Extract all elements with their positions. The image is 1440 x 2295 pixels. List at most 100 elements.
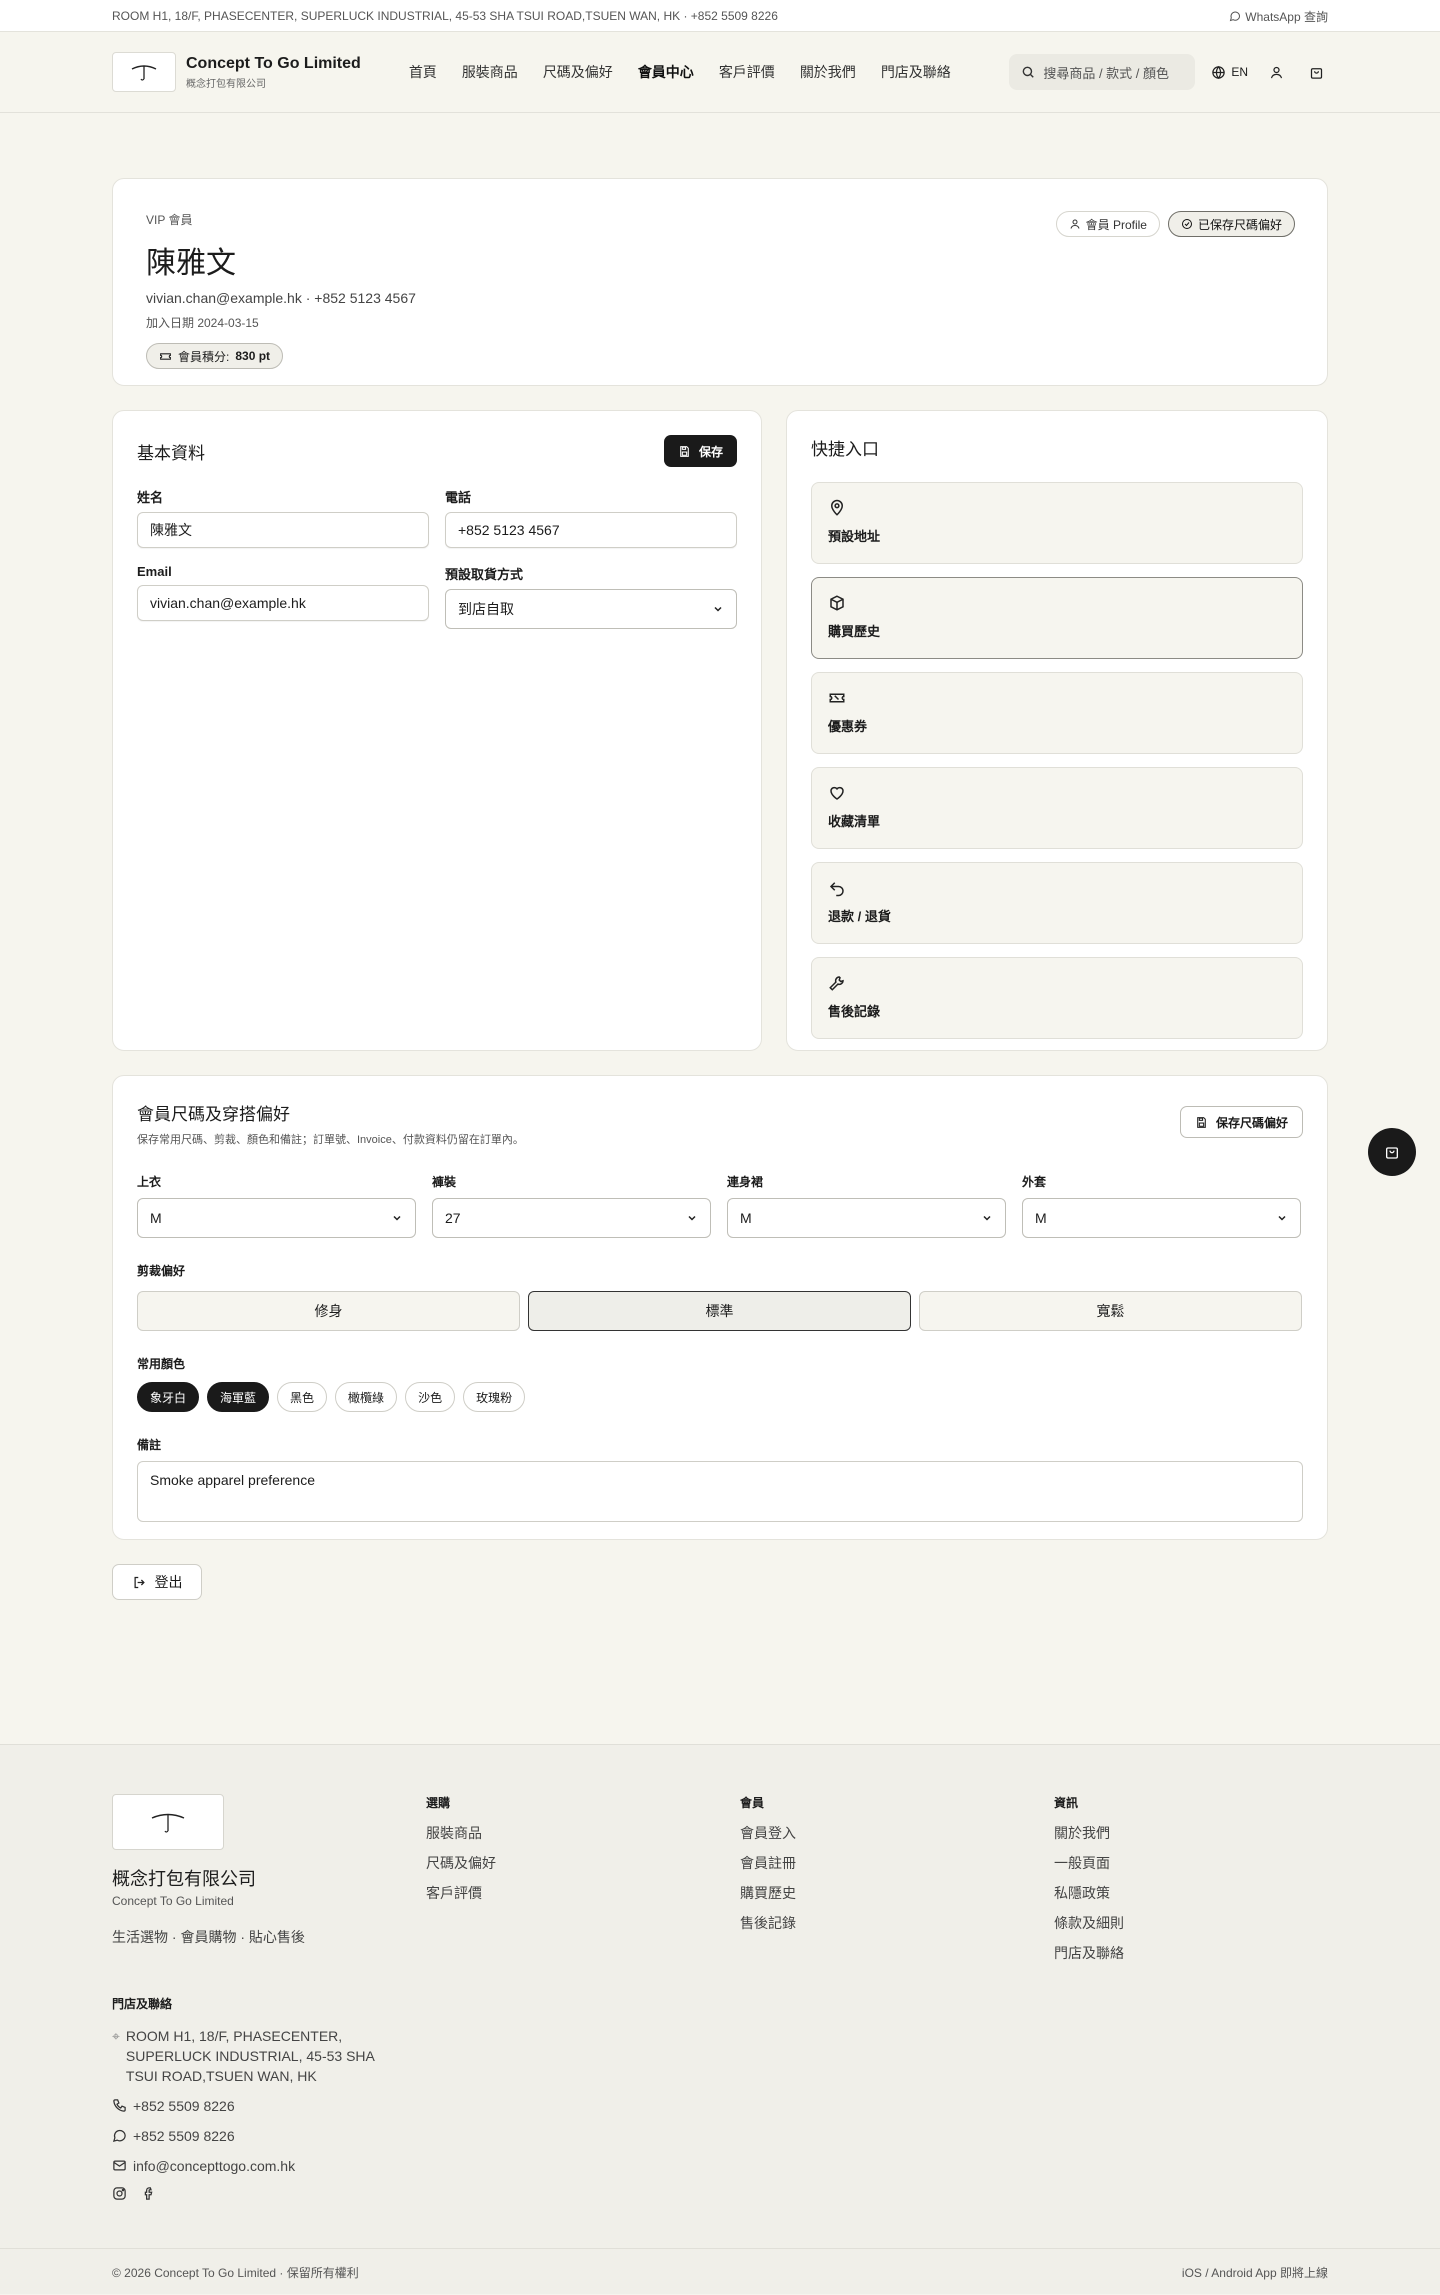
nav-products[interactable]: 服裝商品 <box>462 62 518 82</box>
brand[interactable]: Concept To Go Limited 概念打包有限公司 <box>186 55 361 90</box>
footer-link[interactable]: 售後記錄 <box>740 1913 796 1933</box>
chevron-down-icon <box>983 1215 991 1221</box>
brand-name-en: Concept To Go Limited <box>186 54 361 72</box>
ticket-icon <box>160 352 171 360</box>
footer-email: info@concepttogo.com.hk <box>133 2158 296 2174</box>
floating-cart-button[interactable] <box>1368 1128 1416 1176</box>
member-name: 陳雅文 <box>146 246 236 281</box>
footer-link[interactable]: 會員登入 <box>740 1823 796 1843</box>
account-button[interactable] <box>1264 60 1288 84</box>
footer-link[interactable]: 一般頁面 <box>1054 1853 1124 1873</box>
top-size-label: 上衣 <box>137 1175 162 1189</box>
name-field[interactable]: 陳雅文 <box>137 512 429 548</box>
footer-link[interactable]: 服裝商品 <box>426 1823 496 1843</box>
nav-about[interactable]: 關於我們 <box>800 62 856 82</box>
saved-size-pref-label: 已保存尺碼偏好 <box>1197 217 1282 232</box>
pants-size-value: 27 <box>445 1210 461 1226</box>
fit-label: 剪裁偏好 <box>137 1264 186 1278</box>
hanger-logo-icon <box>131 65 157 81</box>
footer-col-shop: 選購 服裝商品 尺碼及偏好 客戶評價 <box>426 1794 496 1913</box>
main-nav: 首頁 服裝商品 尺碼及偏好 會員中心 客戶評價 關於我們 門店及聯絡 <box>409 62 951 82</box>
user-icon <box>1270 66 1282 78</box>
footer-link[interactable]: 購買歷史 <box>740 1883 796 1903</box>
nav-reviews[interactable]: 客戶評價 <box>719 62 775 82</box>
name-label: 姓名 <box>137 490 164 505</box>
points-badge: 會員積分: 830 pt <box>146 343 284 369</box>
undo-icon <box>829 882 844 897</box>
nav-member[interactable]: 會員中心 <box>638 62 694 82</box>
notes-value: Smoke apparel preference <box>150 1472 315 1488</box>
top-size-value: M <box>150 1210 162 1226</box>
footer-whatsapp-row[interactable]: +852 5509 8226 <box>112 2126 376 2146</box>
fit-option-loose[interactable]: 寬鬆 <box>919 1291 1302 1331</box>
quick-item-wishlist[interactable]: 收藏清單 <box>811 767 1303 849</box>
footer-address: ROOM H1, 18/F, PHASECENTER, SUPERLUCK IN… <box>125 2028 375 2084</box>
quick-item-refunds[interactable]: 退款 / 退貨 <box>811 862 1303 944</box>
color-chip[interactable]: 黑色 <box>277 1382 328 1412</box>
nav-home[interactable]: 首頁 <box>409 62 437 82</box>
quick-item-label: 退款 / 退貨 <box>828 909 891 924</box>
fit-option-regular[interactable]: 標準 <box>528 1291 911 1331</box>
footer-phone-row[interactable]: +852 5509 8226 <box>112 2096 376 2116</box>
color-chip[interactable]: 海軍藍 <box>207 1382 270 1412</box>
phone-field[interactable]: +852 5123 4567 <box>445 512 737 548</box>
search-input[interactable]: 搜尋商品 / 款式 / 顏色 <box>1009 54 1196 90</box>
footer-col-member: 會員 會員登入 會員註冊 購買歷史 售後記錄 <box>740 1794 796 1943</box>
footer-link[interactable]: 關於我們 <box>1054 1823 1124 1843</box>
size-pref-title: 會員尺碼及穿搭偏好 <box>137 1105 290 1125</box>
footer-link[interactable]: 門店及聯絡 <box>1054 1943 1124 1963</box>
header-logo[interactable] <box>112 52 176 92</box>
nav-stores[interactable]: 門店及聯絡 <box>881 62 951 82</box>
top-size-select[interactable]: M <box>137 1198 416 1238</box>
footer-link[interactable]: 尺碼及偏好 <box>426 1853 496 1873</box>
size-preferences-card: 會員尺碼及穿搭偏好 保存常用尺碼、剪裁、顏色和備註；訂單號、Invoice、付款… <box>112 1075 1328 1540</box>
quick-item-history[interactable]: 購買歷史 <box>811 577 1303 659</box>
language-label: EN <box>1231 65 1248 79</box>
check-circle-icon <box>1181 219 1192 229</box>
color-chip[interactable]: 沙色 <box>405 1382 456 1412</box>
whatsapp-link[interactable]: WhatsApp 查詢 <box>1229 8 1328 25</box>
notes-textarea[interactable]: Smoke apparel preference <box>137 1461 1303 1522</box>
save-size-pref-label: 保存尺碼偏好 <box>1215 1115 1288 1130</box>
member-profile-button[interactable]: 會員 Profile <box>1055 211 1160 237</box>
pickup-label: 預設取貨方式 <box>445 567 524 582</box>
pants-size-select[interactable]: 27 <box>432 1198 711 1238</box>
footer-link[interactable]: 客戶評價 <box>426 1883 496 1903</box>
footer-link[interactable]: 會員註冊 <box>740 1853 796 1873</box>
search-placeholder: 搜尋商品 / 款式 / 顏色 <box>1043 65 1169 81</box>
site-header: Concept To Go Limited 概念打包有限公司 首頁 服裝商品 尺… <box>0 32 1440 113</box>
email-field[interactable]: vivian.chan@example.hk <box>137 585 429 621</box>
color-chip[interactable]: 象牙白 <box>137 1382 200 1412</box>
chevron-down-icon <box>393 1215 401 1221</box>
fit-option-slim[interactable]: 修身 <box>137 1291 520 1331</box>
cart-button[interactable] <box>1304 60 1328 84</box>
basic-info-title: 基本資料 <box>137 443 205 464</box>
quick-item-address[interactable]: 預設地址 <box>811 482 1303 564</box>
dress-size-select[interactable]: M <box>727 1198 1006 1238</box>
instagram-icon[interactable] <box>112 2186 127 2201</box>
footer-link[interactable]: 條款及細則 <box>1054 1913 1124 1933</box>
jacket-size-select[interactable]: M <box>1022 1198 1301 1238</box>
points-label: 會員積分: <box>178 349 230 364</box>
logout-button[interactable]: 登出 <box>112 1564 202 1600</box>
save-icon <box>680 445 689 457</box>
footer-link[interactable]: 私隱政策 <box>1054 1883 1124 1903</box>
color-chip[interactable]: 玫瑰粉 <box>463 1382 526 1412</box>
footer-col-title: 資訊 <box>1054 1796 1079 1810</box>
nav-sizes[interactable]: 尺碼及偏好 <box>543 62 613 82</box>
footer-logo[interactable] <box>112 1794 224 1850</box>
saved-size-pref-button[interactable]: 已保存尺碼偏好 <box>1167 211 1295 237</box>
save-size-pref-button[interactable]: 保存尺碼偏好 <box>1179 1106 1303 1138</box>
color-chip[interactable]: 橄欖綠 <box>335 1382 398 1412</box>
phone-label: 電話 <box>445 490 472 505</box>
save-button[interactable]: 保存 <box>663 435 737 467</box>
quick-item-coupons[interactable]: 優惠券 <box>811 672 1303 754</box>
quick-item-aftersales[interactable]: 售後記錄 <box>811 957 1303 1039</box>
pickup-select[interactable]: 到店自取 <box>445 589 737 629</box>
colors-label: 常用顏色 <box>137 1357 186 1371</box>
footer-email-row[interactable]: info@concepttogo.com.hk <box>112 2156 376 2176</box>
dress-size-label: 連身裙 <box>727 1175 764 1189</box>
search-icon <box>1022 66 1035 78</box>
language-switch[interactable]: EN <box>1211 65 1248 80</box>
facebook-icon[interactable] <box>141 2186 156 2201</box>
